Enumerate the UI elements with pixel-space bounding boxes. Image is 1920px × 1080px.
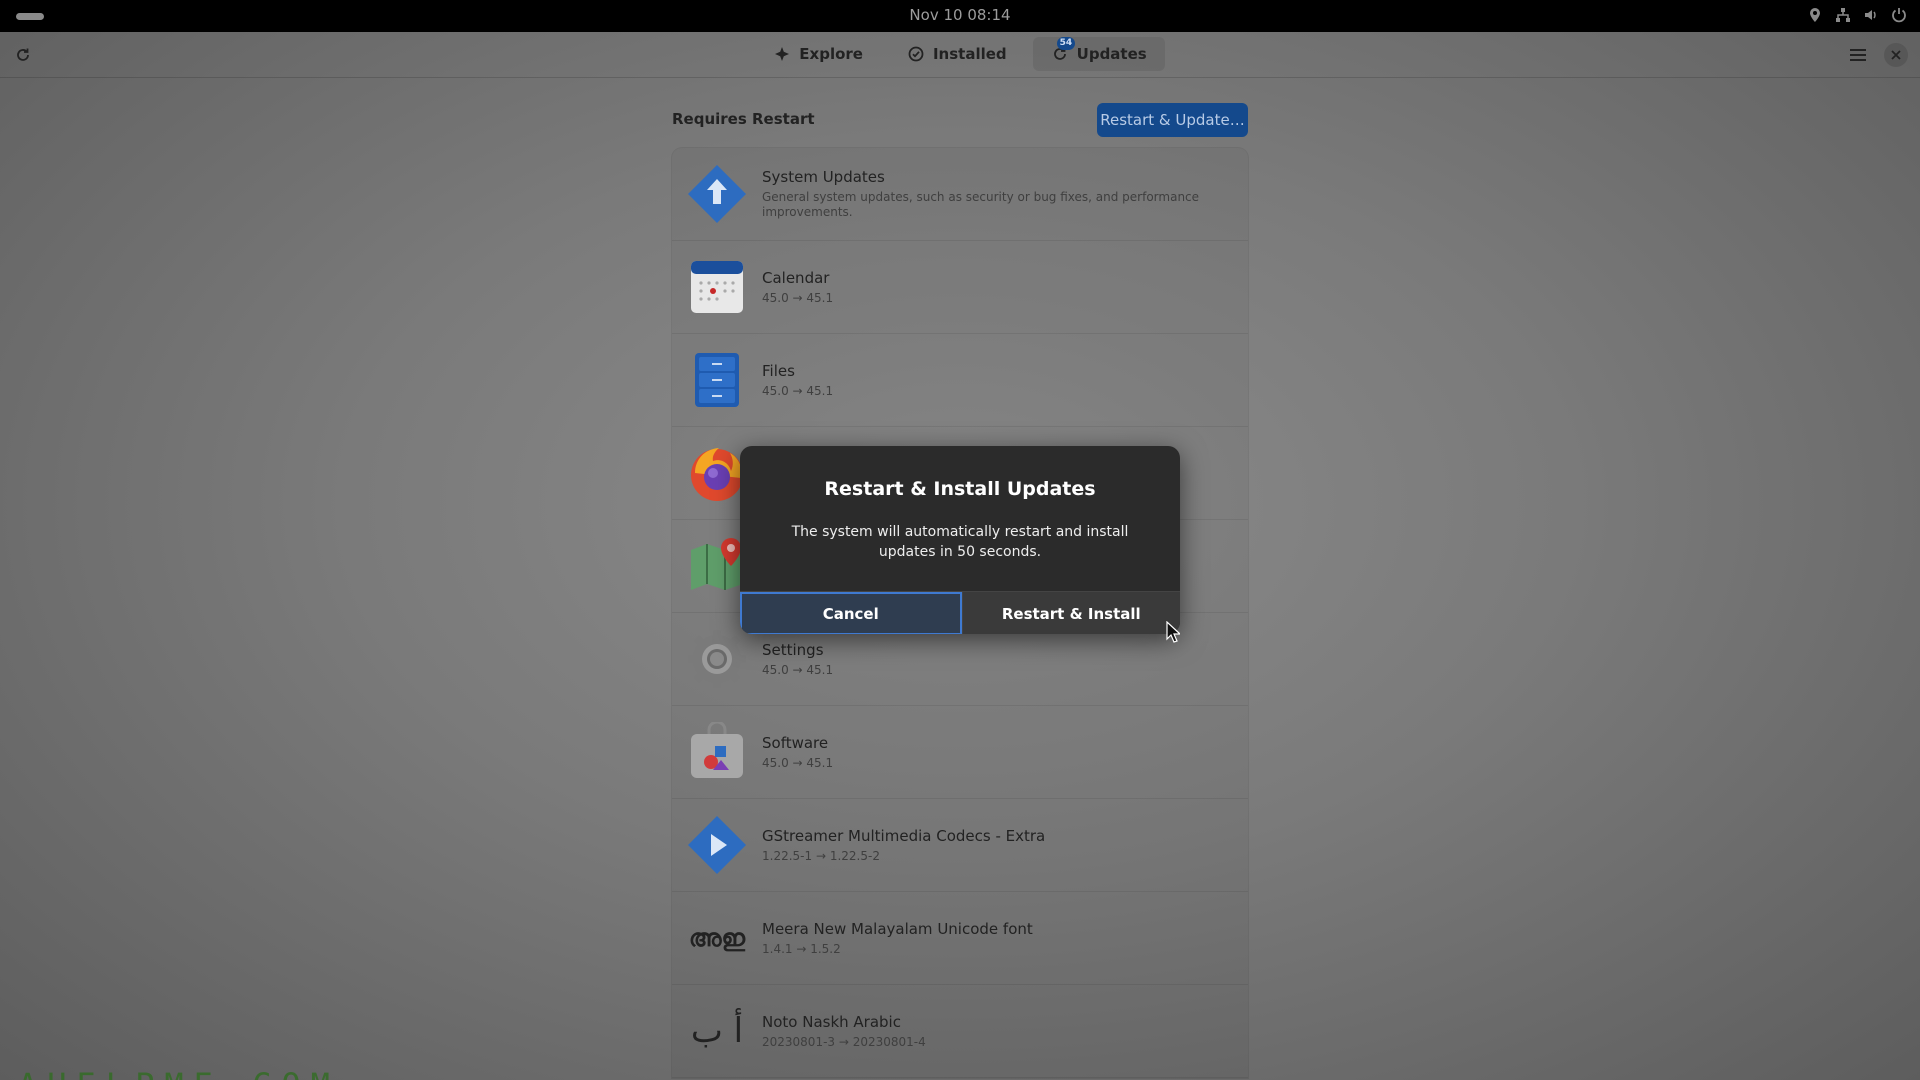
dialog-actions: Cancel Restart & Install: [740, 591, 1180, 634]
item-name: Files: [762, 362, 795, 380]
hamburger-icon: [1850, 49, 1866, 61]
files-icon: [686, 349, 748, 411]
network-icon: [1834, 6, 1852, 24]
updates-count-badge: 54: [1056, 37, 1076, 50]
list-item[interactable]: Software 45.0 → 45.1: [672, 706, 1248, 799]
dialog-title: Restart & Install Updates: [824, 478, 1096, 500]
list-item[interactable]: Files 45.0 → 45.1: [672, 334, 1248, 427]
item-detail: General system updates, such as security…: [762, 190, 1200, 219]
system-update-icon: [686, 163, 748, 225]
list-item[interactable]: GStreamer Multimedia Codecs - Extra 1.22…: [672, 799, 1248, 892]
location-icon: [1806, 6, 1824, 24]
tab-updates[interactable]: 54 Updates: [1032, 37, 1165, 71]
item-name: Software: [762, 734, 829, 752]
top-bar: Nov 10 08:14: [0, 0, 1920, 32]
mouse-pointer-icon: [1166, 621, 1180, 643]
tab-explore-label: Explore: [799, 45, 863, 63]
firefox-icon: [686, 442, 748, 504]
list-item[interactable]: അഇ Meera New Malayalam Unicode font 1.4.…: [672, 892, 1248, 985]
system-tray[interactable]: [1806, 6, 1908, 24]
item-name: Calendar: [762, 269, 830, 287]
item-detail: 45.0 → 45.1: [762, 384, 834, 398]
clock[interactable]: Nov 10 08:14: [0, 0, 1920, 32]
cancel-button[interactable]: Cancel: [740, 592, 962, 634]
view-switcher: Explore Installed 54 Updates: [0, 37, 1920, 71]
tab-installed-label: Installed: [932, 45, 1007, 63]
item-name: System Updates: [762, 168, 885, 186]
item-detail: 45.0 → 45.1: [762, 663, 834, 677]
item-name: Noto Naskh Arabic: [762, 1013, 901, 1031]
item-detail: 20230801-3 → 20230801-4: [762, 1035, 926, 1049]
item-detail: 1.22.5-1 → 1.22.5-2: [762, 849, 880, 863]
tab-updates-label: Updates: [1076, 45, 1147, 63]
item-name: Settings: [762, 641, 824, 659]
settings-gear-icon: [686, 628, 748, 690]
item-detail: 45.0 → 45.1: [762, 291, 834, 305]
maps-icon: [686, 535, 748, 597]
close-icon: [1891, 50, 1901, 60]
update-icon: 54: [1051, 37, 1076, 63]
list-item[interactable]: System Updates General system updates, s…: [672, 148, 1248, 241]
power-icon: [1890, 6, 1908, 24]
list-item[interactable]: Calendar 45.0 → 45.1: [672, 241, 1248, 334]
volume-icon: [1862, 6, 1880, 24]
item-detail: 1.4.1 → 1.5.2: [762, 942, 841, 956]
header-bar: Explore Installed 54 Updates: [0, 32, 1920, 78]
main-menu-button[interactable]: [1844, 41, 1872, 69]
list-item[interactable]: أ ب Noto Naskh Arabic 20230801-3 → 20230…: [672, 985, 1248, 1078]
arabic-font-icon: أ ب: [690, 1011, 744, 1051]
tab-installed[interactable]: Installed: [889, 37, 1025, 71]
close-window-button[interactable]: [1884, 43, 1908, 67]
malayalam-font-icon: അഇ: [688, 924, 746, 952]
codec-icon: [686, 814, 748, 876]
item-detail: 45.0 → 45.1: [762, 756, 834, 770]
restart-update-button[interactable]: Restart & Update…: [1097, 103, 1248, 137]
restart-dialog: Restart & Install Updates The system wil…: [740, 446, 1180, 634]
star-icon: [773, 45, 791, 63]
item-name: GStreamer Multimedia Codecs - Extra: [762, 827, 1046, 845]
tab-explore[interactable]: Explore: [755, 37, 881, 71]
calendar-icon: [686, 256, 748, 318]
check-circle-icon: [907, 45, 925, 63]
software-icon: [686, 721, 748, 783]
dialog-message: The system will automatically restart an…: [791, 524, 1129, 560]
restart-install-button[interactable]: Restart & Install: [961, 592, 1180, 634]
section-title: Requires Restart: [672, 110, 815, 128]
item-name: Meera New Malayalam Unicode font: [762, 920, 1033, 938]
watermark: AHELPME.COM: [18, 1066, 340, 1080]
